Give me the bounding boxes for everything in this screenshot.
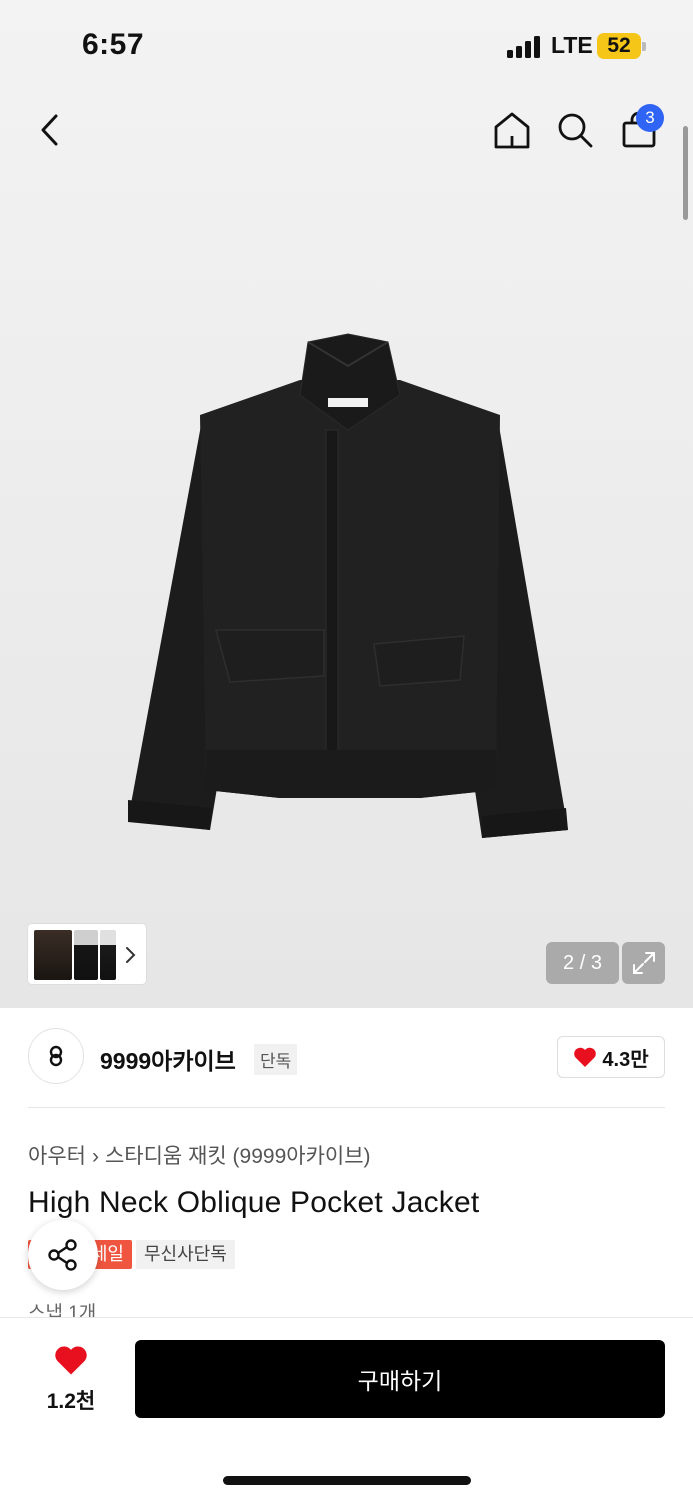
home-icon <box>494 112 530 149</box>
battery-tip <box>642 42 646 51</box>
breadcrumb-category[interactable]: 아우터 <box>28 1145 86 1168</box>
breadcrumb-subcategory[interactable]: 스타디움 재킷 (9999아카이브) <box>105 1145 371 1168</box>
home-indicator[interactable] <box>223 1476 471 1485</box>
network-label: LTE <box>551 32 593 58</box>
thumbnail-image[interactable] <box>100 930 116 980</box>
brand-name[interactable]: 9999아카이브 <box>100 1042 236 1076</box>
brand-exclusive-tag: 단독 <box>254 1044 298 1075</box>
thumbnail-image[interactable] <box>74 930 98 980</box>
heart-icon <box>574 1047 597 1067</box>
thumbnail-image[interactable] <box>34 930 72 980</box>
snap-count[interactable]: 스냅 1개 <box>28 1298 96 1318</box>
brand-logo[interactable] <box>28 1028 84 1084</box>
cart-count-badge: 3 <box>636 104 664 132</box>
wishlist-button[interactable]: 1.2천 <box>38 1344 104 1415</box>
status-time: 6:57 <box>82 28 145 61</box>
chevron-right-icon[interactable] <box>122 946 138 964</box>
search-button[interactable] <box>551 106 599 154</box>
buy-button[interactable]: 구매하기 <box>135 1340 665 1418</box>
breadcrumb-separator: › <box>91 1145 99 1168</box>
brand-like-button[interactable]: 4.3만 <box>557 1036 665 1078</box>
home-button[interactable] <box>488 106 536 154</box>
share-button[interactable] <box>28 1220 98 1290</box>
brand-row: 9999아카이브 단독 4.3만 <box>28 1028 665 1088</box>
product-hero: 6:57 LTE 52 3 2 / 3 <box>0 0 693 1008</box>
battery-icon: 52 <box>597 33 641 59</box>
chevron-left-icon <box>41 114 58 146</box>
heart-icon <box>55 1346 87 1375</box>
search-icon <box>558 113 593 148</box>
brand-like-count: 4.3만 <box>602 1048 649 1071</box>
status-bar: 6:57 LTE 52 <box>0 0 693 90</box>
image-pager: 2 / 3 <box>546 942 619 984</box>
top-nav <box>0 100 693 162</box>
breadcrumb: 아우터 › 스타디움 재킷 (9999아카이브) <box>28 1140 371 1170</box>
exclusive-badge: 무신사단독 <box>136 1240 235 1269</box>
signal-icon <box>507 36 543 58</box>
back-button[interactable] <box>26 106 74 154</box>
brand-logo-icon <box>49 1045 63 1067</box>
product-image[interactable] <box>120 330 580 850</box>
divider <box>28 1107 665 1108</box>
expand-icon <box>632 952 655 974</box>
wishlist-count: 1.2천 <box>46 1390 96 1413</box>
share-icon <box>48 1239 77 1271</box>
expand-button[interactable] <box>622 942 665 984</box>
scrollbar[interactable] <box>683 126 688 220</box>
product-title: High Neck Oblique Pocket Jacket <box>28 1186 480 1219</box>
